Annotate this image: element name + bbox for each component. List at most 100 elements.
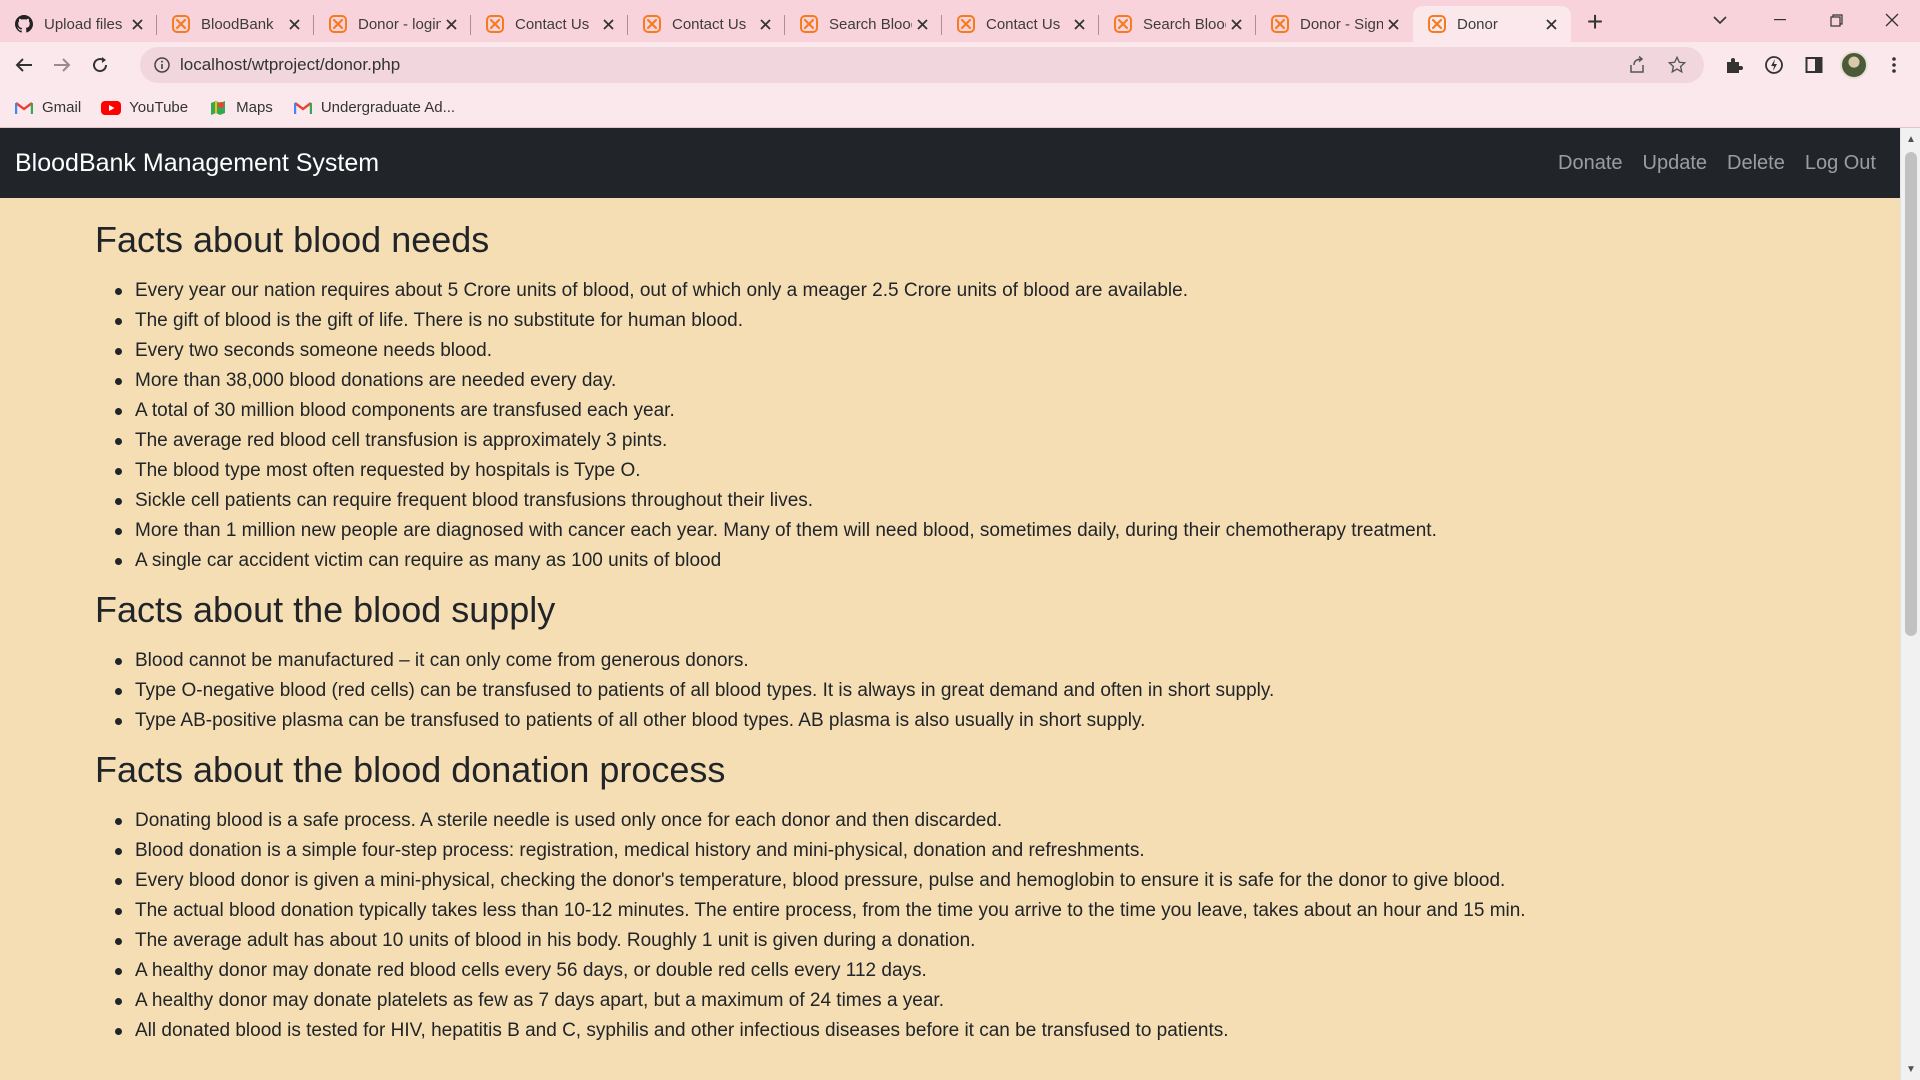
tab-search-icon[interactable] [1700, 0, 1740, 40]
scroll-down-icon[interactable]: ▼ [1901, 1060, 1920, 1078]
bookmark-label: Undergraduate Ad... [320, 99, 456, 116]
browser-tab[interactable]: Search Blood [1099, 6, 1256, 42]
close-icon[interactable] [1541, 14, 1561, 34]
bookmark-item[interactable]: Maps [208, 98, 273, 118]
browser-tab[interactable]: Donor - Sign [1256, 6, 1413, 42]
tab-title: Contact Us [672, 15, 747, 33]
nav-links: Donate Update Delete Log Out [1558, 152, 1876, 175]
browser-tab[interactable]: Contact Us [942, 6, 1099, 42]
bookmark-item[interactable]: YouTube [101, 98, 188, 118]
site-info-icon[interactable] [144, 47, 180, 83]
nav-link-update[interactable]: Update [1643, 152, 1708, 175]
tab-list: Upload files BloodBank Donor - login Contac… [0, 0, 1571, 42]
list-item: Blood donation is a simple four-step pro… [115, 836, 1795, 866]
browser-tab[interactable]: Donor - login [314, 6, 471, 42]
scrollbar-thumb[interactable] [1905, 152, 1917, 636]
side-panel-icon[interactable] [1796, 47, 1832, 83]
list-item: The gift of blood is the gift of life. T… [115, 306, 1795, 336]
tab-title: Donor - login [358, 15, 441, 33]
close-icon[interactable] [1226, 14, 1246, 34]
list-item: Every two seconds someone needs blood. [115, 336, 1795, 366]
profile-avatar[interactable] [1836, 47, 1872, 83]
close-icon[interactable] [1383, 14, 1403, 34]
extension-icon[interactable] [1756, 47, 1792, 83]
list-item: Donating blood is a safe process. A ster… [115, 806, 1795, 836]
facts-section: Facts about blood needs Every year our na… [95, 218, 1795, 576]
site-brand[interactable]: BloodBank Management System [15, 149, 379, 178]
nav-link-delete[interactable]: Delete [1727, 152, 1785, 175]
xampp-icon [642, 14, 662, 34]
url-text: localhost/wtproject/donor.php [180, 55, 401, 74]
browser-toolbar: localhost/wtproject/donor.php [0, 42, 1920, 88]
tab-title: Search Blood [829, 15, 912, 33]
xampp-icon [328, 14, 348, 34]
list-item: Blood cannot be manufactured – it can on… [115, 646, 1795, 676]
list-item: A single car accident victim can require… [115, 546, 1795, 576]
browser-tab[interactable]: BloodBank [157, 6, 314, 42]
maps-icon [208, 98, 228, 118]
xampp-icon [485, 14, 505, 34]
close-icon[interactable] [284, 14, 304, 34]
section-heading: Facts about the blood supply [95, 589, 556, 630]
tab-title: Search Blood [1143, 15, 1226, 33]
restore-icon[interactable] [1808, 0, 1864, 40]
close-window-icon[interactable] [1864, 0, 1920, 40]
window-controls [1752, 0, 1920, 40]
site-navbar: BloodBank Management System Donate Updat… [0, 128, 1900, 198]
gmail-icon [14, 98, 34, 118]
scroll-up-icon[interactable]: ▲ [1901, 130, 1920, 148]
list-item: Type O-negative blood (red cells) can be… [115, 676, 1795, 706]
nav-link-logout[interactable]: Log Out [1805, 152, 1876, 175]
facts-list: Donating blood is a safe process. A ster… [95, 806, 1795, 1046]
close-icon[interactable] [441, 14, 461, 34]
bookmark-label: YouTube [129, 99, 189, 116]
share-icon[interactable] [1622, 50, 1652, 80]
list-item: The blood type most often requested by h… [115, 456, 1795, 486]
address-bar[interactable]: localhost/wtproject/donor.php [140, 47, 1704, 83]
list-item: More than 38,000 blood donations are nee… [115, 366, 1795, 396]
xampp-icon [1113, 14, 1133, 34]
bookmarks-bar: Gmail YouTube Maps Undergraduate Ad... [0, 88, 1920, 128]
facts-section: Facts about the blood donation process Do… [95, 748, 1795, 1046]
tab-strip: Upload files BloodBank Donor - login Contac… [0, 0, 1920, 42]
xampp-icon [956, 14, 976, 34]
close-icon[interactable] [598, 14, 618, 34]
page-viewport: BloodBank Management System Donate Updat… [0, 128, 1900, 1080]
list-item: Sickle cell patients can require frequen… [115, 486, 1795, 516]
xampp-icon [171, 14, 191, 34]
list-item: All donated blood is tested for HIV, hep… [115, 1016, 1795, 1046]
browser-tab[interactable]: Contact Us [628, 6, 785, 42]
back-icon[interactable] [6, 47, 42, 83]
minimize-icon[interactable] [1752, 0, 1808, 40]
list-item: Every year our nation requires about 5 C… [115, 276, 1795, 306]
list-item: A healthy donor may donate red blood cel… [115, 956, 1795, 986]
extensions-icon[interactable] [1716, 47, 1752, 83]
xampp-icon [1270, 14, 1290, 34]
list-item: A total of 30 million blood components a… [115, 396, 1795, 426]
section-heading: Facts about the blood donation process [95, 749, 726, 790]
new-tab-button[interactable]: + [1577, 4, 1613, 40]
facts-section: Facts about the blood supply Blood cannot… [95, 588, 1795, 736]
tab-active[interactable]: Donor [1413, 6, 1571, 42]
browser-tab[interactable]: Upload files [0, 6, 157, 42]
close-icon[interactable] [127, 14, 147, 34]
facts-list: Blood cannot be manufactured – it can on… [95, 646, 1795, 736]
youtube-icon [101, 98, 122, 118]
reload-icon[interactable] [82, 47, 118, 83]
list-item: The actual blood donation typically take… [115, 896, 1795, 926]
close-icon[interactable] [755, 14, 775, 34]
bookmark-item[interactable]: Undergraduate Ad... [293, 98, 455, 118]
close-icon[interactable] [1069, 14, 1089, 34]
forward-icon[interactable] [44, 47, 80, 83]
browser-tab[interactable]: Search Blood [785, 6, 942, 42]
star-icon[interactable] [1662, 50, 1692, 80]
xampp-icon [1427, 14, 1447, 34]
page-scrollbar[interactable]: ▲ ▼ [1900, 128, 1920, 1080]
bookmark-item[interactable]: Gmail [14, 98, 81, 118]
section-heading: Facts about blood needs [95, 219, 490, 260]
menu-icon[interactable] [1876, 47, 1912, 83]
browser-tab[interactable]: Contact Us [471, 6, 628, 42]
nav-link-donate[interactable]: Donate [1558, 152, 1623, 175]
close-icon[interactable] [912, 14, 932, 34]
tab-title: Donor [1457, 15, 1498, 33]
